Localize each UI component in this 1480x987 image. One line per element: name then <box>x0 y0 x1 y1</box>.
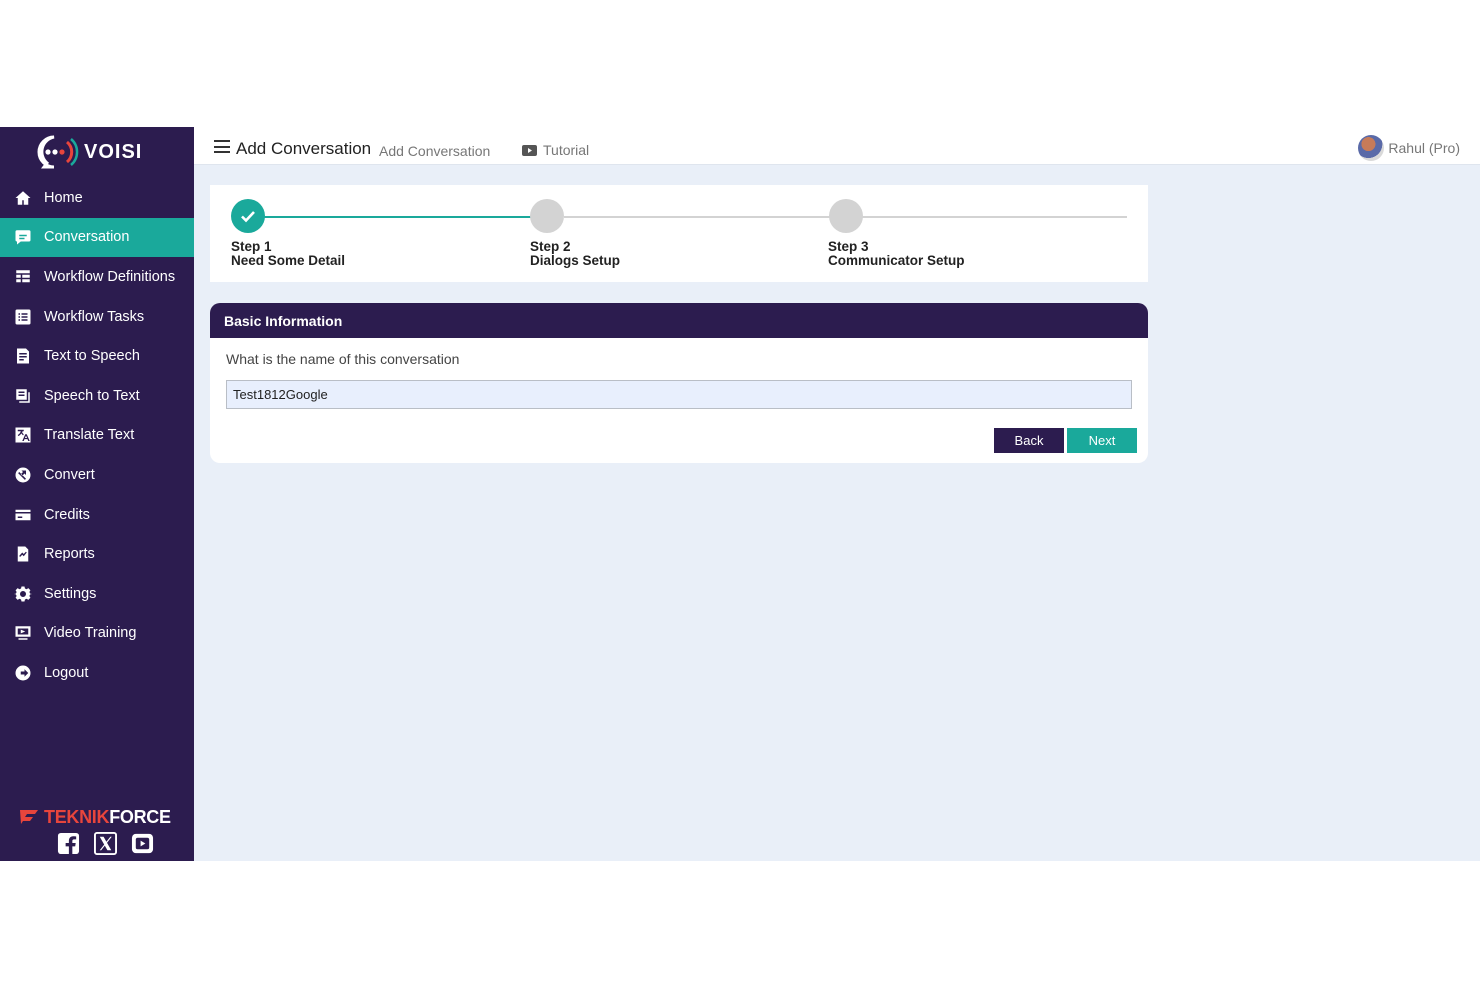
sidebar-item-label: Logout <box>44 664 89 681</box>
sidebar-item-reports[interactable]: Reports <box>0 534 194 574</box>
sidebar-item-label: Text to Speech <box>44 348 140 365</box>
back-button[interactable]: Back <box>994 428 1064 453</box>
sidebar-item-label: Home <box>44 189 83 206</box>
step-2-indicator <box>530 199 564 233</box>
sidebar-item-credits[interactable]: Credits <box>0 495 194 535</box>
sidebar-item-workflow-tasks[interactable]: Workflow Tasks <box>0 297 194 337</box>
teknikforce-logo[interactable]: TEKNIKFORCE <box>18 807 171 828</box>
workflow-definitions-icon <box>12 266 34 288</box>
sidebar-item-label: Credits <box>44 506 90 523</box>
conversation-name-input[interactable] <box>226 380 1132 409</box>
sidebar-item-label: Workflow Definitions <box>44 268 176 285</box>
credit-card-icon <box>12 504 34 526</box>
step-name: Dialogs Setup <box>530 253 621 268</box>
breadcrumb: Add Conversation <box>379 143 491 159</box>
step-connector <box>564 216 830 218</box>
play-video-icon <box>522 144 537 156</box>
step-1-indicator <box>231 199 265 233</box>
card-heading: Basic Information <box>210 303 1148 338</box>
speech-to-text-icon <box>12 385 34 407</box>
sidebar-item-speech-to-text[interactable]: Speech to Text <box>0 376 194 416</box>
facebook-icon[interactable] <box>57 832 80 855</box>
step-3-label: Step 3 Communicator Setup <box>828 240 965 268</box>
page-title: Add Conversation <box>236 139 372 158</box>
top-bar: Add Conversation Add Conversation Tutori… <box>194 127 1480 165</box>
conversation-name-label: What is the name of this conversation <box>226 351 460 367</box>
gear-icon <box>12 583 34 605</box>
sidebar-item-label: Video Training <box>44 625 137 642</box>
reports-icon <box>12 543 34 565</box>
sidebar-item-label: Workflow Tasks <box>44 308 145 325</box>
sidebar-item-convert[interactable]: Convert <box>0 455 194 495</box>
step-name: Need Some Detail <box>231 253 346 268</box>
sidebar-item-video-training[interactable]: Video Training <box>0 614 194 654</box>
step-connector-complete <box>248 216 532 218</box>
chat-icon <box>12 226 34 248</box>
sidebar-item-translate-text[interactable]: Translate Text <box>0 416 194 456</box>
translate-icon <box>12 424 34 446</box>
sidebar-item-text-to-speech[interactable]: Text to Speech <box>0 336 194 376</box>
sidebar-item-workflow-definitions[interactable]: Workflow Definitions <box>0 257 194 297</box>
menu-toggle-icon[interactable] <box>214 140 230 153</box>
home-icon <box>12 187 34 209</box>
avatar <box>1358 135 1385 161</box>
convert-icon <box>12 464 34 486</box>
sidebar-item-conversation[interactable]: Conversation <box>0 217 194 258</box>
sidebar-item-home[interactable]: Home <box>0 178 194 218</box>
sidebar-item-label: Convert <box>44 466 95 483</box>
logo-text: VOISI <box>84 140 143 163</box>
sidebar-item-label: Reports <box>44 546 95 563</box>
user-menu[interactable]: Rahul (Pro) <box>1358 135 1460 161</box>
brand-part-2: FORCE <box>109 807 171 827</box>
sidebar-nav: Home Conversation Workflow Definitions W… <box>0 178 194 693</box>
sidebar-item-settings[interactable]: Settings <box>0 574 194 614</box>
step-3-indicator <box>829 199 863 233</box>
x-icon[interactable] <box>94 832 117 855</box>
step-2-label: Step 2 Dialogs Setup <box>530 240 620 268</box>
step-name: Communicator Setup <box>828 253 965 268</box>
tutorial-link[interactable]: Tutorial <box>522 142 589 158</box>
step-1-label: Step 1 Need Some Detail <box>231 240 345 268</box>
youtube-icon[interactable] <box>131 832 154 855</box>
voisi-logo[interactable]: VOISI <box>36 133 142 171</box>
tasks-icon <box>12 306 34 328</box>
app-window: VOISI Home Conversation Workflow Definit… <box>0 127 1480 861</box>
step-number: Step 3 <box>828 239 869 254</box>
step-number: Step 1 <box>231 239 272 254</box>
sidebar: VOISI Home Conversation Workflow Definit… <box>0 127 194 861</box>
brand-part-1: TEKNIK <box>44 807 110 827</box>
teknikforce-logo-icon <box>20 809 38 824</box>
video-icon <box>12 622 34 644</box>
basic-information-card: Basic Information What is the name of th… <box>210 303 1148 463</box>
step-number: Step 2 <box>530 239 571 254</box>
sidebar-item-label: Speech to Text <box>44 387 140 404</box>
sidebar-item-label: Translate Text <box>44 427 135 444</box>
voisi-logo-icon <box>36 134 80 170</box>
wizard-stepper: Step 1 Need Some Detail Step 2 Dialogs S… <box>210 185 1148 282</box>
step-connector <box>862 216 1127 218</box>
tutorial-label: Tutorial <box>543 142 590 158</box>
sidebar-item-label: Conversation <box>44 229 130 246</box>
logout-icon <box>12 662 34 684</box>
check-icon <box>241 211 255 223</box>
social-links <box>57 832 154 855</box>
sidebar-item-logout[interactable]: Logout <box>0 653 194 693</box>
text-to-speech-icon <box>12 345 34 367</box>
user-name: Rahul (Pro) <box>1388 140 1460 156</box>
sidebar-item-label: Settings <box>44 585 97 602</box>
next-button[interactable]: Next <box>1067 428 1137 453</box>
